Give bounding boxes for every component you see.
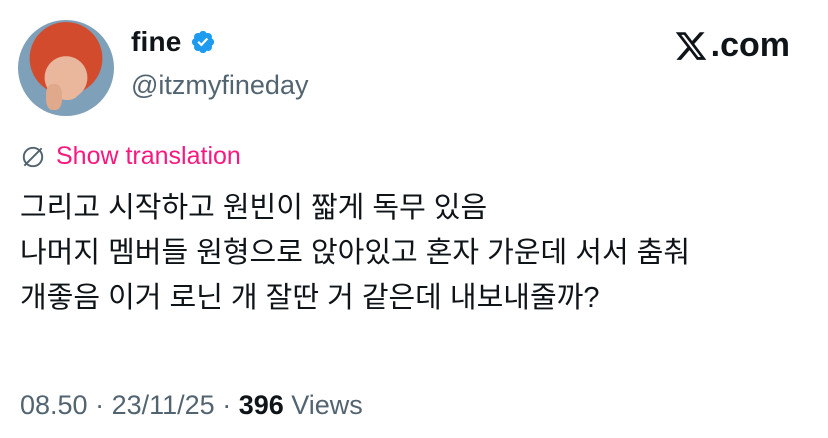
x-logo-icon — [675, 31, 706, 60]
show-translation-button[interactable]: Show translation — [20, 142, 241, 171]
tweet-meta: 08.50 · 23/11/25 · 396 Views — [20, 390, 363, 421]
show-translation-label: Show translation — [56, 142, 241, 170]
verified-badge-icon — [191, 30, 214, 54]
x-logo: .com — [673, 26, 790, 65]
tweet-line: 그리고 시작하고 원빈이 짧게 독무 있음 — [20, 192, 488, 224]
x-logo-text: .com — [710, 26, 790, 64]
user-handle[interactable]: @itzmyfineday — [131, 70, 308, 101]
meta-separator: · — [214, 390, 239, 420]
tweet-time[interactable]: 08.50 — [20, 390, 88, 420]
tweet-line: 개좋음 이거 로닌 개 잘딴 거 같은데 내보내줄까? — [20, 282, 600, 314]
views-label: Views — [283, 390, 363, 420]
display-name[interactable]: fine — [131, 26, 182, 58]
tweet-text: 그리고 시작하고 원빈이 짧게 독무 있음 나머지 멤버들 원형으로 앉아있고 … — [20, 186, 690, 321]
views-count: 396 — [238, 390, 284, 420]
avatar-hand — [46, 84, 62, 110]
tweet-date[interactable]: 23/11/25 — [112, 390, 215, 420]
meta-separator: · — [87, 390, 112, 420]
user-name-row[interactable]: fine — [131, 26, 216, 58]
avatar[interactable] — [18, 20, 114, 116]
tweet-line: 나머지 멤버들 원형으로 앉아있고 혼자 가운데 서서 춤춰 — [20, 237, 691, 269]
translate-globe-icon — [22, 146, 44, 167]
